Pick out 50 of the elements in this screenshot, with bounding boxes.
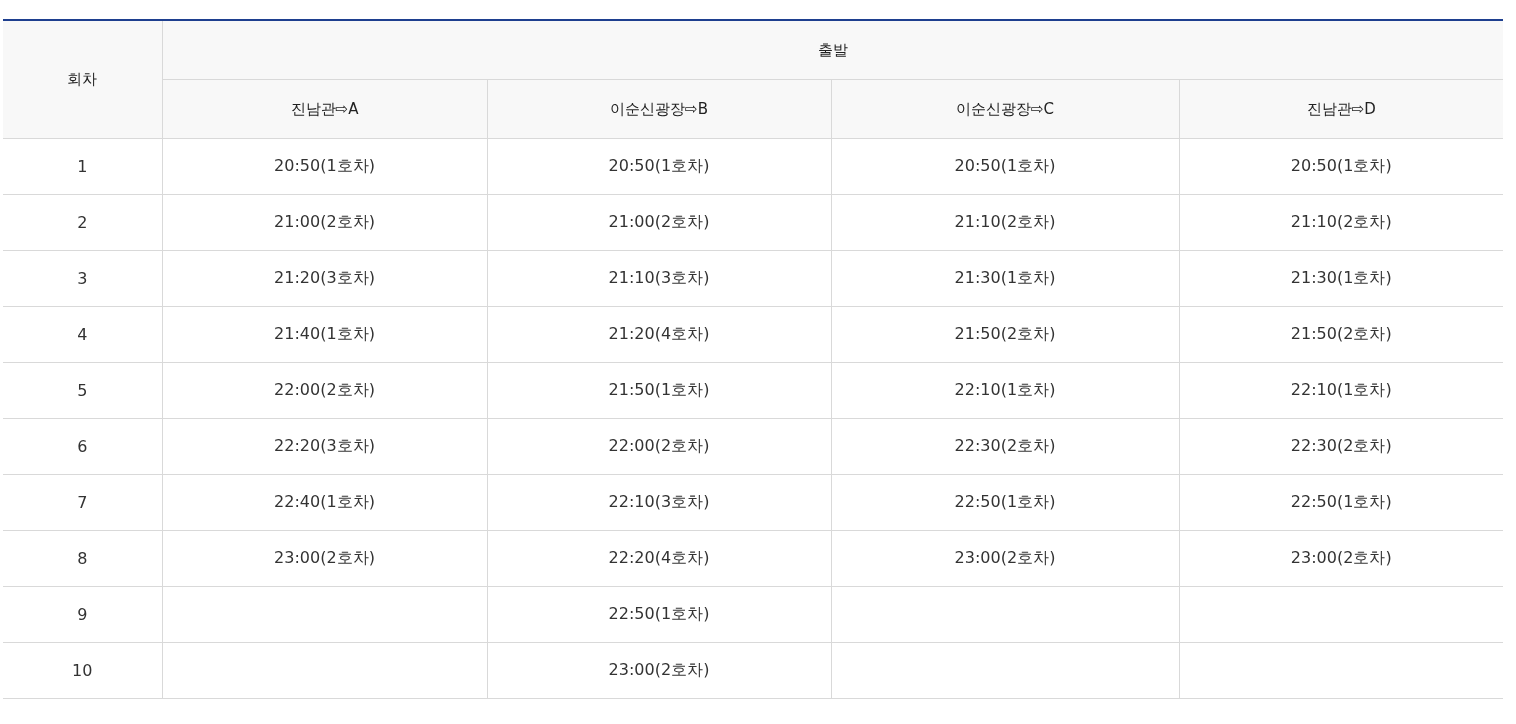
table-cell: 22:30(2호차) bbox=[1290, 436, 1392, 455]
table-cell: 6 bbox=[3, 418, 162, 475]
table-cell: 22:40(1호차) bbox=[274, 492, 375, 511]
table-cell: 22:00(2호차) bbox=[608, 436, 710, 455]
table-cell: 22:50(1호차) bbox=[1290, 492, 1392, 511]
table-cell: 8 bbox=[3, 530, 162, 587]
column-header: 이순신광장⇨B bbox=[487, 79, 831, 139]
table-cell: 23:00(2호차) bbox=[1290, 548, 1392, 567]
table-cell: 21:00(2호차) bbox=[608, 212, 710, 231]
column-header: 진남관⇨D bbox=[1179, 79, 1503, 139]
table-cell: 20:50(1호차) bbox=[954, 156, 1056, 175]
table-cell: 22:10(1호차) bbox=[954, 380, 1056, 399]
table-cell: 21:10(3호차) bbox=[608, 268, 710, 287]
table-cell: 9 bbox=[3, 586, 162, 643]
table-cell: 21:30(1호차) bbox=[1290, 268, 1392, 287]
table-cell: 21:30(1호차) bbox=[954, 268, 1056, 287]
table-cell: 21:50(2호차) bbox=[954, 324, 1056, 343]
table-cell: 21:10(2호차) bbox=[1290, 212, 1392, 231]
table-cell: 23:00(2호차) bbox=[608, 660, 710, 679]
table-cell: 22:10(1호차) bbox=[1290, 380, 1392, 399]
table-cell: 22:10(3호차) bbox=[608, 492, 710, 511]
table-cell: 7 bbox=[3, 474, 162, 531]
table-cell: 23:00(2호차) bbox=[954, 548, 1056, 567]
column-header: 출발 bbox=[162, 20, 1503, 80]
table-cell: 5 bbox=[3, 362, 162, 419]
column-header: 회차 bbox=[3, 20, 162, 139]
column-header: 진남관⇨A bbox=[162, 79, 487, 139]
table-cell: 21:50(2호차) bbox=[1290, 324, 1392, 343]
table-cell: 20:50(1호차) bbox=[1290, 156, 1392, 175]
table-cell: 21:50(1호차) bbox=[608, 380, 710, 399]
table-cell: 22:20(4호차) bbox=[608, 548, 710, 567]
table-cell: 22:50(1호차) bbox=[954, 492, 1056, 511]
table-cell: 2 bbox=[3, 194, 162, 251]
table-cell: 10 bbox=[3, 642, 162, 699]
table-cell: 22:30(2호차) bbox=[954, 436, 1056, 455]
table-cell: 20:50(1호차) bbox=[608, 156, 710, 175]
table-cell: 22:00(2호차) bbox=[274, 380, 375, 399]
column-header: 이순신광장⇨C bbox=[831, 79, 1179, 139]
table-cell: 22:50(1호차) bbox=[608, 604, 710, 623]
table-cell: 21:10(2호차) bbox=[954, 212, 1056, 231]
table-cell: 21:00(2호차) bbox=[274, 212, 375, 231]
table-cell: 22:20(3호차) bbox=[274, 436, 375, 455]
table-cell: 23:00(2호차) bbox=[274, 548, 375, 567]
table-cell: 4 bbox=[3, 306, 162, 363]
table-cell: 21:40(1호차) bbox=[274, 324, 375, 343]
table-cell: 21:20(3호차) bbox=[274, 268, 375, 287]
table-cell: 20:50(1호차) bbox=[274, 156, 375, 175]
table-cell: 1 bbox=[3, 138, 162, 195]
table-cell: 3 bbox=[3, 250, 162, 307]
table-cell: 21:20(4호차) bbox=[608, 324, 710, 343]
